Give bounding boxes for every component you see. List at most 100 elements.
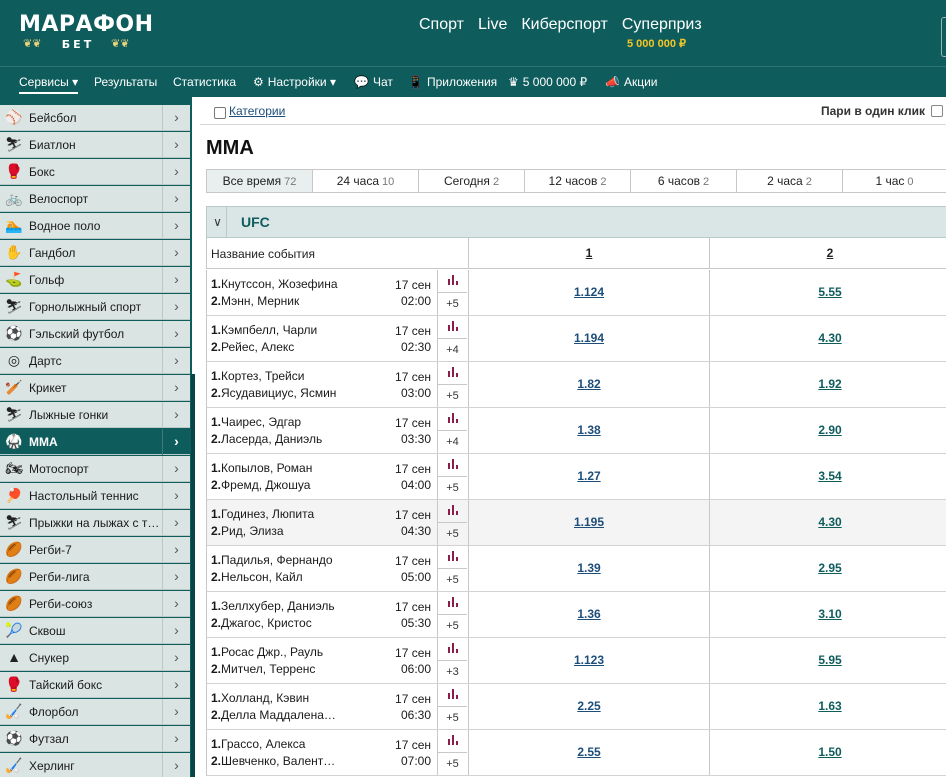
event-row[interactable]: 1.Годинез, Люпита 2.Рид, Элиза 17 сен 04:30… [206,500,946,546]
participant-2[interactable]: 2.Фремд, Джошуа [211,478,391,492]
chevron-right-icon[interactable]: › [162,672,190,698]
time-tab[interactable]: Сегодня 2 [419,170,525,192]
chevron-right-icon[interactable]: › [162,402,190,428]
participant-1[interactable]: 1.Падилья, Фернандо [211,553,391,567]
stats-icon[interactable] [437,684,467,707]
stats-icon[interactable] [437,500,467,523]
stats-icon[interactable] [437,408,467,431]
nav-sport[interactable]: Спорт [419,16,464,34]
event-row[interactable]: 1.Кортез, Трейси 2.Ясудавициус, Ясмин 17 с… [206,362,946,408]
chevron-right-icon[interactable]: › [162,456,190,482]
services-menu[interactable]: Сервисы ▾ [19,75,79,94]
odds-outcome-1[interactable]: 2.25 [468,684,709,729]
results-link[interactable]: Результаты [94,75,157,89]
event-row[interactable]: 1.Холланд, Кэвин 2.Делла Маддалена… 17 сен… [206,684,946,730]
sidebar-item[interactable]: 🏍 Мотоспорт › [0,456,190,482]
event-row[interactable]: 1.Росас Джр., Рауль 2.Митчел, Терренс 17 с… [206,638,946,684]
chevron-right-icon[interactable]: › [162,510,190,536]
participant-2[interactable]: 2.Делла Маддалена… [211,708,391,722]
odds-outcome-1[interactable]: 1.39 [468,546,709,591]
chevron-right-icon[interactable]: › [162,726,190,752]
nav-superprize[interactable]: Суперприз [622,16,702,34]
chevron-right-icon[interactable]: › [162,618,190,644]
one-click-checkbox[interactable] [931,105,943,117]
more-markets-button[interactable]: +5 [437,615,467,637]
chevron-right-icon[interactable]: › [162,591,190,617]
time-tab[interactable]: 6 часов 2 [631,170,737,192]
sidebar-item[interactable]: ✋ Гандбол › [0,240,190,266]
sidebar-item[interactable]: 🏑 Херлинг › [0,753,190,777]
odds-outcome-2[interactable]: 5.95 [709,638,946,683]
odds-outcome-1[interactable]: 1.195 [468,500,709,545]
participant-2[interactable]: 2.Мэнн, Мерник [211,294,391,308]
odds-outcome-2[interactable]: 2.90 [709,408,946,453]
participant-1[interactable]: 1.Чаирес, Эдгар [211,415,391,429]
more-markets-button[interactable]: +5 [437,753,467,775]
participant-2[interactable]: 2.Митчел, Терренс [211,662,391,676]
stats-icon[interactable] [437,638,467,661]
odds-outcome-1[interactable]: 1.194 [468,316,709,361]
sidebar-item[interactable]: 🏓 Настольный теннис › [0,483,190,509]
chevron-right-icon[interactable]: › [162,294,190,320]
event-row[interactable]: 1.Кэмпбелл, Чарли 2.Рейес, Алекс 17 сен 02:… [206,316,946,362]
stats-icon[interactable] [437,362,467,385]
participant-1[interactable]: 1.Годинез, Люпита [211,507,391,521]
stats-icon[interactable] [437,316,467,339]
sidebar-item[interactable]: 🏏 Крикет › [0,375,190,401]
odds-outcome-1[interactable]: 1.36 [468,592,709,637]
chat-link[interactable]: 💬 Чат [354,75,393,89]
league-header[interactable]: ∨ UFC [206,206,946,238]
sidebar-item[interactable]: ⛷ Прыжки на лыжах с т… › [0,510,190,536]
chevron-right-icon[interactable]: › [162,186,190,212]
participant-2[interactable]: 2.Джагос, Кристос [211,616,391,630]
event-row[interactable]: 1.Кнутссон, Жозефина 2.Мэнн, Мерник 17 сен… [206,270,946,316]
chevron-right-icon[interactable]: › [162,105,190,131]
chevron-right-icon[interactable]: › [162,564,190,590]
chevron-down-icon[interactable]: ∨ [209,207,227,238]
odds-outcome-2[interactable]: 3.54 [709,454,946,499]
chevron-right-icon[interactable]: › [162,753,190,777]
odds-outcome-2[interactable]: 1.92 [709,362,946,407]
participant-1[interactable]: 1.Копылов, Роман [211,461,391,475]
nav-live[interactable]: Live [478,16,507,34]
chevron-right-icon[interactable]: › [162,375,190,401]
col-outcome-2[interactable]: 2 [709,238,946,269]
stats-icon[interactable] [437,592,467,615]
stats-icon[interactable] [437,270,467,293]
chevron-right-icon[interactable]: › [162,645,190,671]
participant-1[interactable]: 1.Росас Джр., Рауль [211,645,391,659]
sidebar-item[interactable]: ⚽ Футзал › [0,726,190,752]
chevron-right-icon[interactable]: › [162,213,190,239]
odds-outcome-2[interactable]: 4.30 [709,500,946,545]
sidebar-item[interactable]: 🚲 Велоспорт › [0,186,190,212]
sidebar-scrollbar[interactable] [191,374,195,777]
odds-outcome-2[interactable]: 3.10 [709,592,946,637]
participant-1[interactable]: 1.Зеллхубер, Даниэль [211,599,391,613]
participant-1[interactable]: 1.Кэмпбелл, Чарли [211,323,391,337]
odds-outcome-1[interactable]: 2.55 [468,730,709,775]
chevron-right-icon[interactable]: › [162,348,190,374]
more-markets-button[interactable]: +5 [437,707,467,729]
sidebar-item[interactable]: 🥊 Бокс › [0,159,190,185]
more-markets-button[interactable]: +4 [437,339,467,361]
odds-outcome-1[interactable]: 1.82 [468,362,709,407]
event-row[interactable]: 1.Чаирес, Эдгар 2.Ласерда, Даниэль 17 сен 0… [206,408,946,454]
participant-2[interactable]: 2.Ласерда, Даниэль [211,432,391,446]
participant-2[interactable]: 2.Шевченко, Валент… [211,754,391,768]
sidebar-item[interactable]: 🏊 Водное поло › [0,213,190,239]
login-box[interactable] [941,17,946,57]
stats-link[interactable]: Статистика [173,75,236,89]
time-tab[interactable]: Все время 72 [207,170,313,192]
time-tab[interactable]: 24 часа 10 [313,170,419,192]
stats-icon[interactable] [437,546,467,569]
more-markets-button[interactable]: +5 [437,293,467,315]
odds-outcome-2[interactable]: 2.95 [709,546,946,591]
odds-outcome-1[interactable]: 1.27 [468,454,709,499]
more-markets-button[interactable]: +4 [437,431,467,453]
sidebar-item[interactable]: ⛷ Горнолыжный спорт › [0,294,190,320]
sidebar-item[interactable]: ⛷ Лыжные гонки › [0,402,190,428]
more-markets-button[interactable]: +5 [437,385,467,407]
odds-outcome-2[interactable]: 5.55 [709,270,946,315]
sidebar-item[interactable]: 🏉 Регби-союз › [0,591,190,617]
chevron-right-icon[interactable]: › [162,699,190,725]
